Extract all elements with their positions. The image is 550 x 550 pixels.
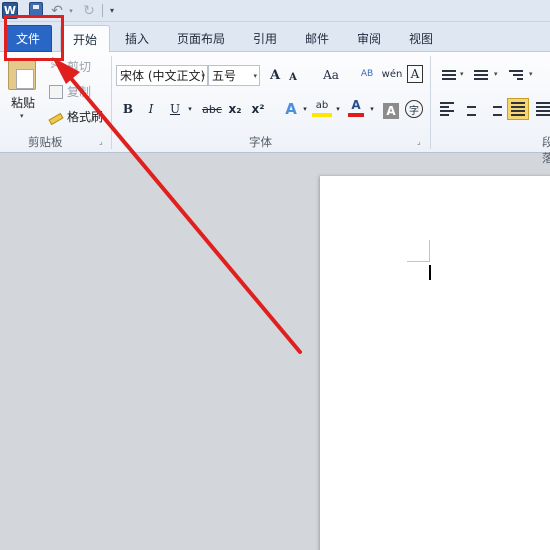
annotation-arrow xyxy=(52,57,302,354)
